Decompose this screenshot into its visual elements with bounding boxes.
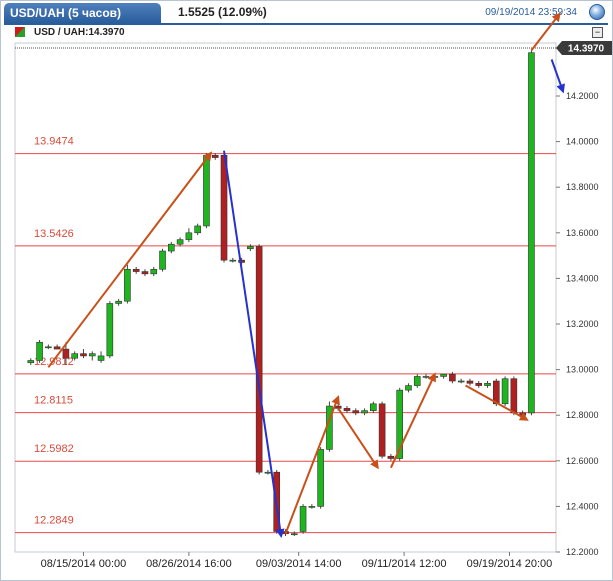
current-price-tag: 14.3970 — [556, 41, 612, 55]
candle-body — [159, 250, 166, 270]
candle-body — [71, 353, 78, 359]
candle-body — [290, 533, 298, 536]
candle — [413, 374, 421, 388]
y-tick-label: 13.0000 — [566, 365, 599, 375]
candle-body — [168, 243, 175, 252]
candle-body — [352, 410, 360, 414]
candle-body — [185, 232, 193, 240]
candle-body — [343, 408, 351, 411]
candle-body — [449, 373, 456, 382]
candle-body — [203, 154, 210, 227]
candle-body — [27, 360, 35, 364]
candle — [528, 50, 535, 416]
candle-body — [150, 268, 158, 275]
candle-body — [264, 471, 272, 474]
level-label: 13.5426 — [34, 228, 74, 240]
candle-body — [422, 376, 430, 378]
y-tick-label: 12.6000 — [566, 456, 599, 466]
candle-body — [194, 225, 201, 234]
candle — [255, 244, 263, 475]
candle-body — [528, 52, 535, 414]
candle — [317, 447, 324, 509]
candle-body — [519, 412, 526, 416]
candle-body — [124, 268, 131, 302]
level-label: 12.8115 — [34, 395, 73, 407]
candle-body — [378, 403, 386, 457]
candle-body — [413, 376, 421, 386]
candle-body — [62, 348, 70, 359]
x-tick-label: 08/15/2014 00:00 — [41, 558, 127, 570]
candle — [36, 339, 43, 363]
candle-body — [405, 385, 412, 391]
candle — [378, 401, 386, 459]
candle-body — [80, 353, 87, 357]
current-price-label: 14.3970 — [568, 44, 605, 55]
x-tick-label: 09/11/2014 12:00 — [362, 558, 447, 570]
candle-body — [45, 346, 52, 349]
candle-body — [211, 154, 219, 158]
y-tick-label: 13.6000 — [566, 228, 599, 238]
candle-body — [466, 380, 474, 384]
candle — [124, 264, 131, 304]
level-label: 12.5982 — [34, 443, 74, 455]
candle — [299, 504, 307, 534]
x-tick-label: 09/19/2014 20:00 — [467, 558, 553, 570]
candle-body — [501, 378, 509, 405]
y-tick-label: 13.8000 — [566, 182, 599, 192]
candle — [106, 301, 114, 359]
candle-body — [457, 380, 465, 383]
candle-body — [510, 378, 518, 414]
candle-body — [53, 346, 61, 350]
y-tick-label: 14.0000 — [566, 137, 599, 147]
y-tick-label: 12.8000 — [566, 410, 599, 420]
candle-body — [97, 355, 105, 361]
candle-body — [176, 239, 184, 245]
x-tick-label: 09/03/2014 14:00 — [256, 558, 342, 570]
candle-body — [255, 246, 263, 473]
candle — [510, 376, 518, 416]
x-tick-label: 08/26/2014 16:00 — [146, 558, 232, 570]
candle-body — [36, 341, 43, 361]
y-tick-label: 14.2000 — [566, 91, 599, 101]
level-label: 12.2849 — [34, 515, 74, 527]
y-tick-label: 13.2000 — [566, 319, 599, 329]
candle-body — [334, 405, 342, 409]
price-chart: 13.947413.542612.981212.811512.598212.28… — [14, 12, 612, 570]
candle-body — [229, 259, 237, 262]
candle — [159, 248, 166, 272]
candle-body — [440, 373, 447, 377]
level-label: 13.9474 — [34, 136, 74, 148]
candle-body — [484, 382, 491, 386]
y-tick-label: 13.4000 — [566, 273, 599, 283]
y-tick-label: 12.4000 — [566, 501, 599, 511]
candle-body — [141, 271, 149, 275]
candle — [501, 376, 509, 407]
candle-body — [115, 300, 122, 304]
candle-body — [387, 455, 395, 459]
candle-body — [88, 353, 96, 357]
candle-body — [299, 506, 307, 532]
candle-body — [308, 506, 316, 508]
candle-body — [361, 410, 368, 414]
candle-body — [247, 246, 254, 250]
plot-area — [14, 42, 557, 553]
candle-body — [106, 303, 114, 357]
candle-body — [132, 268, 140, 272]
candle-body — [475, 382, 483, 386]
candle-body — [370, 403, 377, 411]
candle-body — [317, 449, 324, 507]
y-tick-label: 12.2000 — [566, 547, 599, 557]
candle — [203, 153, 210, 229]
